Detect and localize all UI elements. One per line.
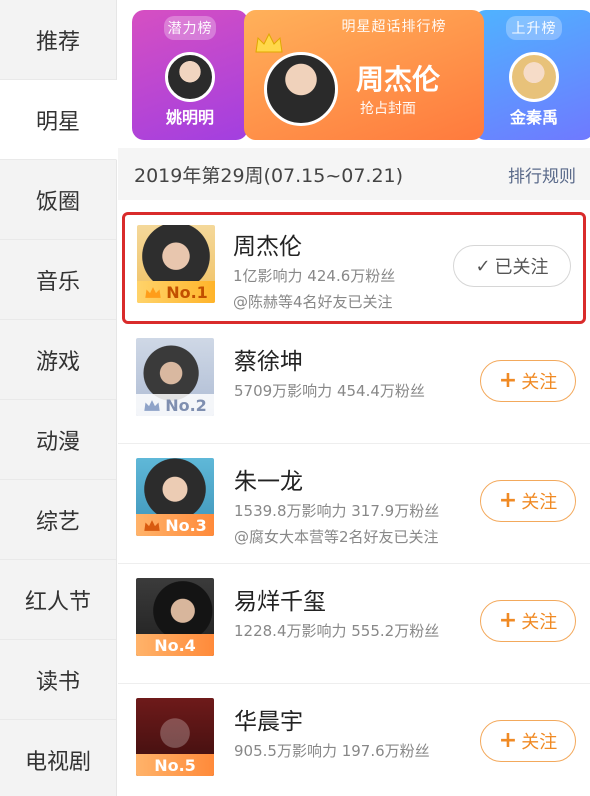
influence-stats: 905.5万影响力 197.6万粉丝	[234, 742, 430, 760]
sidebar-item-anime[interactable]: 动漫	[0, 400, 116, 480]
follow-button[interactable]: + 关注	[480, 600, 576, 642]
sidebar-item-fandom[interactable]: 饭圈	[0, 160, 116, 240]
button-label: 关注	[521, 372, 558, 393]
plus-icon: +	[498, 488, 518, 513]
influence-stats: 1539.8万影响力 317.9万粉丝	[234, 502, 440, 520]
plus-icon: +	[498, 728, 518, 753]
week-period: 2019年第29周(07.15~07.21)	[134, 164, 404, 187]
sidebar-item-variety[interactable]: 综艺	[0, 480, 116, 560]
card-name: 金秦禹	[509, 108, 558, 127]
sidebar-item-music[interactable]: 音乐	[0, 240, 116, 320]
sidebar-item-label: 饭圈	[35, 189, 80, 215]
crown-icon	[255, 32, 283, 53]
rank-number: No.5	[154, 755, 196, 775]
friends-following: @腐女大本营等2名好友已关注	[234, 528, 439, 546]
list-item[interactable]: No.1 周杰伦 1亿影响力 424.6万粉丝 @陈赫等4名好友已关注 ✓ 已关…	[122, 212, 586, 324]
cover-claim-text: 抢占封面	[360, 101, 416, 117]
plus-icon: +	[498, 368, 518, 393]
rank-badge: No.3	[136, 514, 214, 536]
list-item[interactable]: No.4 易烊千玺 1228.4万影响力 555.2万粉丝 + 关注	[118, 564, 590, 684]
ranking-banner: 潜力榜 姚明明 上升榜 金秦禹 明星超话排行榜 周杰伦 抢占封面	[132, 10, 590, 140]
list-item[interactable]: No.2 蔡徐坤 5709万影响力 454.4万粉丝 + 关注	[118, 324, 590, 444]
rising-list-card[interactable]: 上升榜 金秦禹	[474, 10, 590, 140]
button-label: 关注	[521, 732, 558, 753]
rank-number: No.2	[165, 395, 207, 415]
star-photo: No.4	[136, 578, 214, 656]
friends-following: @陈赫等4名好友已关注	[233, 293, 393, 311]
rank-badge: No.4	[136, 634, 214, 656]
sidebar-item-tv-series[interactable]: 电视剧	[0, 720, 116, 796]
sidebar-item-recommend[interactable]: 推荐	[0, 0, 116, 80]
card-tag: 明星超话排行榜	[341, 19, 447, 35]
top-star-name: 周杰伦	[356, 63, 441, 96]
sidebar-item-books[interactable]: 读书	[0, 640, 116, 720]
avatar	[509, 52, 559, 102]
avatar	[165, 52, 215, 102]
star-name: 朱一龙	[234, 469, 303, 495]
sidebar-item-games[interactable]: 游戏	[0, 320, 116, 400]
button-label: 关注	[521, 492, 558, 513]
star-name: 华晨宇	[234, 709, 303, 735]
ranking-list: No.1 周杰伦 1亿影响力 424.6万粉丝 @陈赫等4名好友已关注 ✓ 已关…	[118, 208, 590, 796]
sidebar-item-label: 音乐	[35, 269, 80, 295]
influence-stats: 1亿影响力 424.6万粉丝	[233, 267, 396, 285]
plus-icon: +	[498, 608, 518, 633]
star-name: 易烊千玺	[234, 589, 326, 615]
rank-number: No.3	[165, 515, 207, 535]
sidebar-item-label: 红人节	[24, 589, 91, 615]
star-photo: No.3	[136, 458, 214, 536]
sidebar-item-label: 明星	[35, 109, 80, 135]
follow-button[interactable]: + 关注	[480, 720, 576, 762]
period-header: 2019年第29周(07.15~07.21) 排行规则	[118, 148, 590, 200]
list-item[interactable]: No.3 朱一龙 1539.8万影响力 317.9万粉丝 @腐女大本营等2名好友…	[118, 444, 590, 564]
follow-button[interactable]: + 关注	[480, 360, 576, 402]
followed-button[interactable]: ✓ 已关注	[453, 245, 571, 287]
sidebar-item-label: 电视剧	[24, 749, 91, 775]
rank-number: No.4	[154, 635, 196, 655]
rank-badge: No.2	[136, 394, 214, 416]
button-label: 已关注	[494, 257, 549, 278]
check-icon: ✓	[475, 255, 491, 277]
star-name: 蔡徐坤	[234, 349, 303, 375]
rank-badge: No.1	[137, 281, 215, 303]
sidebar-item-label: 推荐	[35, 29, 80, 55]
sidebar-item-label: 读书	[35, 669, 80, 695]
potential-list-card[interactable]: 潜力榜 姚明明	[132, 10, 248, 140]
sidebar-item-label: 游戏	[35, 349, 80, 375]
influence-stats: 5709万影响力 454.4万粉丝	[234, 382, 425, 400]
main-content: 潜力榜 姚明明 上升榜 金秦禹 明星超话排行榜 周杰伦 抢占封面 2019年第2…	[118, 0, 590, 796]
crown-icon	[145, 286, 161, 298]
influence-stats: 1228.4万影响力 555.2万粉丝	[234, 622, 440, 640]
sidebar-item-label: 综艺	[35, 509, 80, 535]
sidebar-item-influencer-fest[interactable]: 红人节	[0, 560, 116, 640]
card-tag: 潜力榜	[164, 16, 216, 40]
star-photo: No.1	[137, 225, 215, 303]
sidebar-item-stars[interactable]: 明星	[0, 80, 117, 160]
card-name: 姚明明	[165, 108, 214, 127]
button-label: 关注	[521, 612, 558, 633]
crown-icon	[144, 519, 160, 531]
star-photo: No.2	[136, 338, 214, 416]
star-supertopic-ranking-card[interactable]: 明星超话排行榜 周杰伦 抢占封面	[244, 10, 484, 140]
rank-badge: No.5	[136, 754, 214, 776]
follow-button[interactable]: + 关注	[480, 480, 576, 522]
list-item[interactable]: No.5 华晨宇 905.5万影响力 197.6万粉丝 + 关注	[118, 684, 590, 796]
ranking-rules-link[interactable]: 排行规则	[508, 162, 576, 187]
category-sidebar: 推荐 明星 饭圈 音乐 游戏 动漫 综艺 红人节 读书 电视剧	[0, 0, 117, 796]
star-name: 周杰伦	[233, 234, 302, 260]
rank-number: No.1	[166, 282, 208, 302]
avatar	[264, 52, 338, 126]
sidebar-item-label: 动漫	[35, 429, 80, 455]
star-photo: No.5	[136, 698, 214, 776]
card-tag: 上升榜	[506, 16, 562, 40]
crown-icon	[144, 399, 160, 411]
